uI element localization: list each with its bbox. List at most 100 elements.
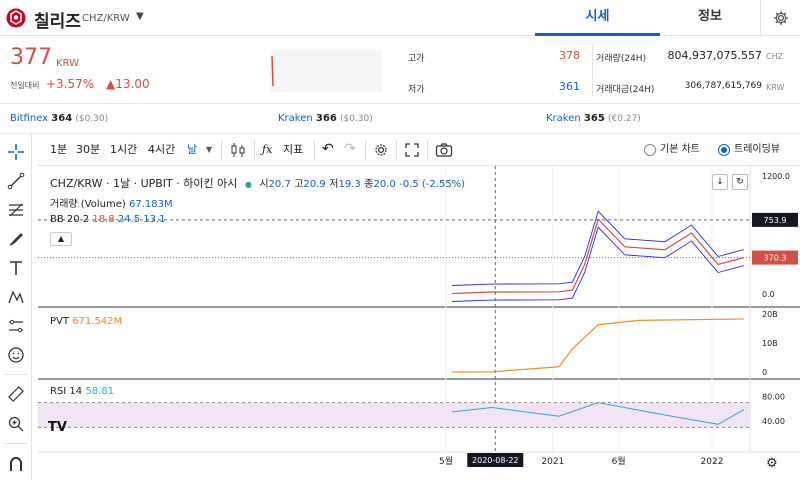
rsi-legend: RSI 14 58.81	[50, 386, 114, 397]
undo-icon[interactable]: ↶	[322, 134, 334, 165]
exchange-diff: ($0.30)	[75, 114, 109, 124]
price-legend: CHZ/KRW · 1날 · UPBIT · 하이킨 아시 ● 시20.7 고2…	[50, 175, 465, 191]
crosshair-icon[interactable]	[6, 142, 26, 162]
bb-lower-band	[452, 226, 744, 302]
price-tick-label: 1200.0	[762, 172, 790, 181]
high-label: 고가	[408, 54, 425, 64]
coin-pair: CHZ/KRW	[82, 13, 130, 24]
bb-legend-label: BB 20 2	[50, 214, 90, 225]
amount-label: 거래대금(24H)	[596, 85, 655, 95]
text-tool-icon[interactable]	[6, 258, 26, 278]
price-unit: KRW	[56, 58, 79, 69]
camera-icon[interactable]	[435, 142, 453, 158]
amount-unit: KRW	[766, 83, 785, 92]
toolbar-divider	[4, 374, 28, 375]
toolbar-divider	[427, 140, 428, 160]
indicators-button[interactable]: 지표	[283, 134, 303, 165]
pvt-tick-label: 0	[762, 368, 767, 377]
candles-icon[interactable]	[230, 141, 246, 159]
price-summary: 377 KRW 전일대비 +3.57% ▲13.00 고가 378 저가 361…	[0, 36, 800, 104]
legend-low: 19.3	[338, 179, 361, 190]
legend-high-label: 고	[294, 179, 304, 190]
ruler-icon[interactable]	[6, 384, 26, 404]
fullscreen-icon[interactable]	[404, 142, 420, 158]
tab-quote[interactable]: 시세	[535, 0, 660, 36]
legend-change: -0.5 (-2.55%)	[399, 179, 466, 190]
exchange-diff: (€0.27)	[607, 114, 641, 124]
interval-1m[interactable]: 1분	[50, 134, 67, 165]
interval-day[interactable]: 날	[187, 134, 197, 165]
basic-chart-radio[interactable]	[644, 144, 656, 156]
coin-select-dropdown-icon[interactable]: ▼	[136, 11, 144, 22]
radio-dot	[721, 147, 727, 153]
exchange-item[interactable]: Bitfinex 364 ($0.30)	[10, 113, 108, 124]
zoom-in-icon[interactable]	[6, 414, 26, 434]
magnet-icon[interactable]	[6, 454, 26, 474]
basic-chart-label[interactable]: 기본 차트	[660, 134, 700, 165]
tradingview-label[interactable]: 트레이딩뷰	[734, 134, 780, 165]
market-status-dot: ●	[244, 180, 252, 189]
last-price-label: 370.3	[764, 254, 787, 263]
exchange-item[interactable]: Kraken 365 (€0.27)	[546, 113, 641, 124]
tradingview-radio[interactable]	[718, 144, 730, 156]
trend-line-icon[interactable]	[6, 171, 26, 191]
legend-open-label: 시	[259, 179, 269, 190]
legend-high: 20.9	[303, 179, 326, 190]
exchange-name: Kraken	[546, 113, 581, 124]
change-label: 전일대비	[10, 81, 40, 90]
chiliz-logo-icon	[6, 8, 26, 28]
price-series-line	[452, 218, 744, 295]
current-price: 377	[10, 45, 52, 70]
interval-30m[interactable]: 30분	[76, 134, 100, 165]
reset-chart-button[interactable]: ↻	[732, 174, 748, 190]
bb-value-upper: 24.5	[117, 214, 141, 225]
low-label: 저가	[408, 85, 425, 95]
smiley-icon[interactable]	[6, 345, 26, 365]
time-tick-label: 5월	[439, 455, 453, 467]
function-icon[interactable]: ƒx	[262, 134, 272, 165]
toolbar-divider	[365, 140, 366, 160]
exchange-price: 365	[583, 113, 605, 124]
rsi-legend-value: 58.81	[85, 386, 114, 397]
change-amount: ▲13.00	[106, 77, 150, 91]
volume-legend: 거래량 (Volume) 67.183M	[50, 195, 173, 210]
exchange-price: 364	[51, 113, 73, 124]
legend-symbol: CHZ/KRW · 1날 · UPBIT · 하이킨 아시	[50, 177, 238, 190]
exchange-item[interactable]: Kraken 366 ($0.30)	[278, 113, 373, 124]
gear-icon[interactable]	[373, 142, 389, 158]
pvt-series-line	[452, 318, 744, 373]
volume-label: 거래량(24H)	[596, 54, 647, 64]
mini-chart-line	[271, 55, 274, 87]
rsi-legend-label: RSI 14	[50, 386, 83, 397]
interval-4h[interactable]: 4시간	[148, 134, 175, 165]
exchange-diff: ($0.30)	[339, 114, 373, 124]
gear-icon	[774, 11, 788, 25]
legend-close: 20.0	[373, 179, 396, 190]
coin-header: 칠리즈 CHZ/KRW ▼ 시세 정보	[0, 0, 800, 36]
tradingview-logo-icon[interactable]: TV	[48, 420, 74, 442]
forecast-icon[interactable]	[6, 316, 26, 336]
redo-icon[interactable]: ↷	[344, 134, 356, 165]
interval-1h[interactable]: 1시간	[110, 134, 137, 165]
rsi-tick-label: 80.00	[762, 392, 785, 401]
change-percent: +3.57%	[46, 77, 95, 91]
interval-dropdown-icon[interactable]: ▼	[206, 134, 212, 165]
crosshair-date-label: 2020-08-22	[472, 456, 519, 465]
legend-open: 20.7	[268, 179, 291, 190]
chart-area[interactable]: 5월 2021 6월 2022 1200.0 0.0 370.3 753.9 2020-08-2…	[38, 166, 800, 480]
settings-button[interactable]	[760, 0, 800, 36]
brush-icon[interactable]	[6, 229, 26, 249]
rsi-band	[38, 402, 750, 428]
axis-settings-gear-icon[interactable]: ⚙	[766, 456, 778, 471]
pvt-legend-label: PVT	[50, 316, 69, 327]
pattern-icon[interactable]	[6, 287, 26, 307]
low-value: 361	[559, 80, 580, 93]
fib-tool-icon[interactable]	[6, 200, 26, 220]
tab-info[interactable]: 정보	[660, 0, 760, 36]
time-tick-label: 6월	[612, 455, 626, 467]
summary-divider	[592, 44, 593, 96]
collapse-legend-button[interactable]: ▲	[50, 232, 72, 246]
scroll-down-button[interactable]: ↓	[712, 174, 728, 190]
exchange-price-row: Bitfinex 364 ($0.30) Kraken 366 ($0.30) …	[0, 104, 800, 134]
volume-unit: CHZ	[766, 52, 784, 61]
